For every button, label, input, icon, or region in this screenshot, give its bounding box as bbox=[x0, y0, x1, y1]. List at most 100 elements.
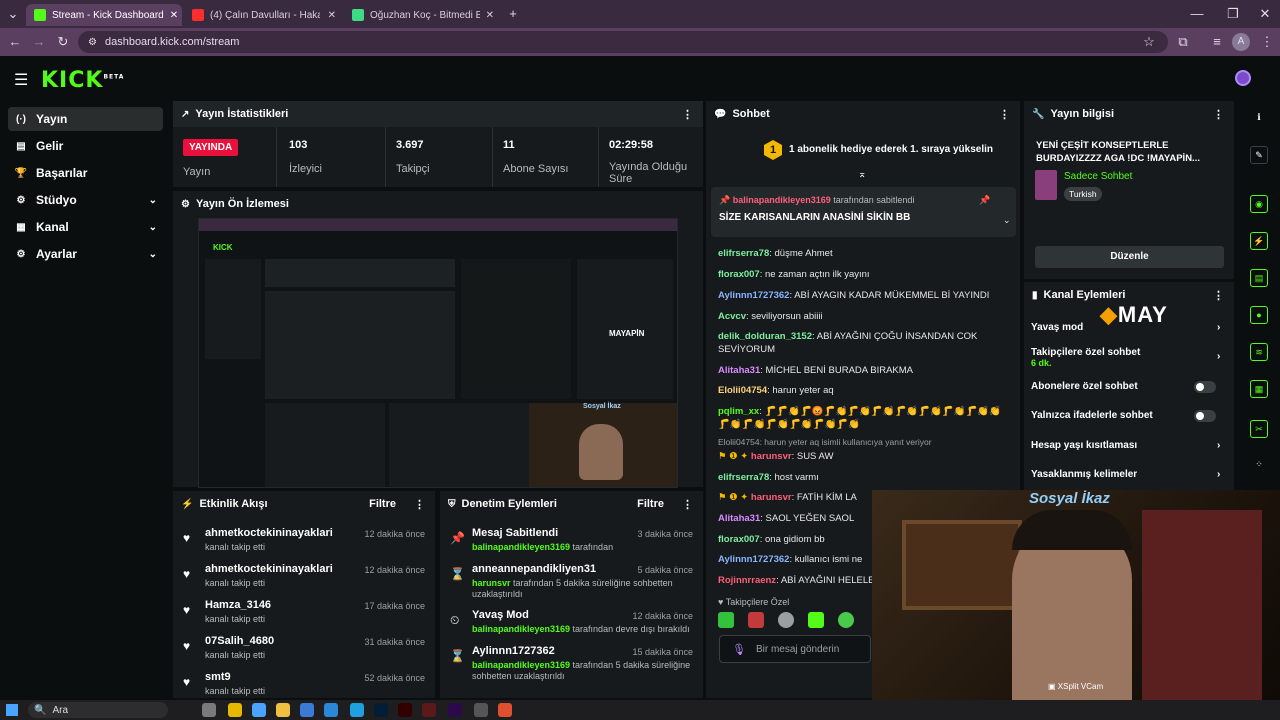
bookmark-star-icon[interactable]: ☆ bbox=[1140, 33, 1158, 51]
emote-icon[interactable] bbox=[778, 612, 794, 628]
back-icon[interactable]: ← bbox=[6, 33, 24, 51]
explorer-taskbar-icon[interactable] bbox=[276, 703, 290, 717]
chat-username[interactable]: harunsvr bbox=[751, 451, 792, 462]
close-icon[interactable]: ✕ bbox=[164, 10, 178, 21]
kick-logo[interactable]: KICKBETA bbox=[41, 68, 124, 93]
window-close-icon[interactable]: ✕ bbox=[1256, 5, 1274, 23]
stream-preview-video[interactable]: KICK MAYAPİN Sosyal İkaz bbox=[198, 218, 678, 488]
emote-icon[interactable] bbox=[718, 612, 734, 628]
edit-button[interactable]: Düzenle bbox=[1035, 246, 1224, 268]
broadcast-icon[interactable]: ≋ bbox=[1250, 343, 1268, 361]
address-bar[interactable]: ⚙ dashboard.kick.com/stream bbox=[78, 31, 1168, 53]
lightning-icon[interactable]: ⚡ bbox=[1250, 232, 1268, 250]
chat-username[interactable]: harunsvr bbox=[751, 492, 792, 503]
filter-button[interactable]: Filtre bbox=[369, 498, 396, 510]
windows-start-icon[interactable] bbox=[6, 704, 18, 716]
tab-spotify[interactable]: Oğuzhan Koç - Bitmedi Elem - ... ✕ bbox=[344, 4, 502, 26]
chat-username[interactable]: Alitaha31 bbox=[718, 513, 760, 524]
chat-username[interactable]: elifrserra78 bbox=[718, 472, 769, 483]
chat-username[interactable]: Aylinnn1727362 bbox=[718, 290, 789, 301]
more-options-icon[interactable]: ⋮ bbox=[1213, 108, 1224, 121]
emote-icon[interactable] bbox=[808, 612, 824, 628]
sidebar-item-gelir[interactable]: ▤ Gelir bbox=[8, 134, 163, 158]
chevron-down-icon[interactable]: ⌄ bbox=[1003, 215, 1011, 226]
emote-only-toggle[interactable] bbox=[1194, 410, 1216, 422]
mod-actor[interactable]: balinapandikleyen3169 bbox=[472, 542, 570, 552]
taskbar-search[interactable]: 🔍 Ara bbox=[28, 702, 168, 718]
chat-username[interactable]: Alitaha31 bbox=[718, 365, 760, 376]
obs-taskbar-icon[interactable] bbox=[474, 703, 488, 717]
event-user[interactable]: 07Salih_4680 bbox=[205, 635, 274, 647]
category-link[interactable]: Sadece Sohbet bbox=[1064, 171, 1132, 182]
close-icon[interactable]: ✕ bbox=[480, 10, 494, 21]
profile-avatar[interactable]: A bbox=[1232, 33, 1250, 51]
more-options-icon[interactable]: ⋮ bbox=[682, 108, 693, 121]
chat-username[interactable]: elifrserra78 bbox=[718, 248, 769, 259]
new-tab-button[interactable]: + bbox=[504, 5, 522, 23]
gift-banner-text[interactable]: 1 abonelik hediye ederek 1. sıraya yükse… bbox=[789, 144, 993, 155]
apps-icon[interactable]: ⁘ bbox=[1250, 456, 1268, 474]
chat-username[interactable]: Rojinnrraenz bbox=[718, 575, 776, 586]
photoshop-taskbar-icon[interactable] bbox=[374, 703, 388, 717]
illustrator-taskbar-icon[interactable] bbox=[398, 703, 412, 717]
task-view-icon[interactable] bbox=[202, 703, 216, 717]
mod-actor[interactable]: balinapandikleyen3169 bbox=[472, 624, 570, 634]
browser-menu-icon[interactable]: ⋮ bbox=[1258, 33, 1276, 51]
chat-username[interactable]: delik_dolduran_3152 bbox=[718, 331, 812, 342]
chat-username[interactable]: florax007 bbox=[718, 534, 760, 545]
event-user[interactable]: ahmetkoctekininayaklari bbox=[205, 563, 333, 575]
sidebar-item-kanal[interactable]: ▦ Kanal ⌄ bbox=[8, 215, 163, 239]
outlook-taskbar-icon[interactable] bbox=[324, 703, 338, 717]
microphone-icon[interactable]: 🎙 bbox=[732, 643, 746, 656]
more-options-icon[interactable]: ⋮ bbox=[414, 498, 425, 511]
chat-bubble-icon[interactable]: ● bbox=[1250, 306, 1268, 324]
reload-icon[interactable]: ↻ bbox=[54, 33, 72, 51]
pencil-icon[interactable]: ✎ bbox=[1250, 146, 1268, 164]
chat-input[interactable]: 🎙 Bir mesaj gönderin bbox=[719, 635, 871, 663]
pinned-by-user[interactable]: balinapandikleyen3169 bbox=[733, 195, 831, 205]
event-user[interactable]: ahmetkoctekininayaklari bbox=[205, 527, 333, 539]
edge-taskbar-icon[interactable] bbox=[350, 703, 364, 717]
event-user[interactable]: smt9 bbox=[205, 671, 231, 683]
unpin-icon[interactable]: 📌 bbox=[979, 195, 990, 206]
tab-search-icon[interactable]: ⌄ bbox=[4, 5, 22, 23]
chat-username[interactable]: Acvcv bbox=[718, 311, 746, 322]
tab-youtube[interactable]: (4) Çalın Davulları - Hakan Yeşil... ✕ bbox=[184, 4, 344, 26]
emote-icon[interactable] bbox=[748, 612, 764, 628]
forward-icon[interactable]: → bbox=[30, 33, 48, 51]
wrench-icon[interactable]: ✂ bbox=[1250, 420, 1268, 438]
layout-icon[interactable]: ▦ bbox=[1250, 380, 1268, 398]
mod-actor[interactable]: harunsvr bbox=[472, 578, 511, 588]
event-user[interactable]: Hamza_3146 bbox=[205, 599, 271, 611]
minimize-icon[interactable]: — bbox=[1188, 5, 1206, 23]
more-options-icon[interactable]: ⋮ bbox=[682, 498, 693, 511]
close-icon[interactable]: ✕ bbox=[322, 10, 336, 21]
emote-icon[interactable] bbox=[838, 612, 854, 628]
app-taskbar-icon[interactable] bbox=[252, 703, 266, 717]
banned-words-action[interactable]: Yasaklanmış kelimeler › bbox=[1031, 469, 1220, 480]
camera-icon[interactable]: ◉ bbox=[1250, 195, 1268, 213]
more-options-icon[interactable]: ⋮ bbox=[999, 108, 1010, 121]
tab-kick-dashboard[interactable]: Stream - Kick Dashboard ✕ bbox=[26, 4, 182, 26]
app2-taskbar-icon[interactable] bbox=[422, 703, 436, 717]
store-taskbar-icon[interactable] bbox=[300, 703, 314, 717]
mod-actor[interactable]: balinapandikleyen3169 bbox=[472, 660, 570, 670]
chrome-taskbar-icon[interactable] bbox=[228, 703, 242, 717]
chrome-active-taskbar-icon[interactable] bbox=[498, 703, 512, 717]
subscribers-only-toggle[interactable] bbox=[1194, 381, 1216, 393]
maximize-icon[interactable]: ❐ bbox=[1224, 5, 1242, 23]
chat-username[interactable]: florax007 bbox=[718, 269, 760, 280]
sidebar-item-yayin[interactable]: (·) Yayın bbox=[8, 107, 163, 131]
collapse-icon[interactable]: ⌅ bbox=[858, 169, 866, 180]
sidebar-item-basarilar[interactable]: 🏆 Başarılar bbox=[8, 161, 163, 185]
user-avatar[interactable] bbox=[1235, 70, 1251, 86]
chat-username[interactable]: Aylinnn1727362 bbox=[718, 554, 789, 565]
filter-button[interactable]: Filtre bbox=[637, 498, 664, 510]
account-age-action[interactable]: Hesap yaşı kısıtlaması › bbox=[1031, 440, 1220, 451]
media-icon[interactable]: ≡ bbox=[1208, 33, 1226, 51]
sidebar-item-ayarlar[interactable]: ⚙ Ayarlar ⌄ bbox=[8, 242, 163, 266]
premiere-taskbar-icon[interactable] bbox=[448, 703, 462, 717]
sidebar-item-studyo[interactable]: ⚙ Stüdyo ⌄ bbox=[8, 188, 163, 212]
chat-username[interactable]: Elolii04754 bbox=[718, 385, 767, 396]
chat-username[interactable]: pqlim_xx bbox=[718, 406, 759, 417]
